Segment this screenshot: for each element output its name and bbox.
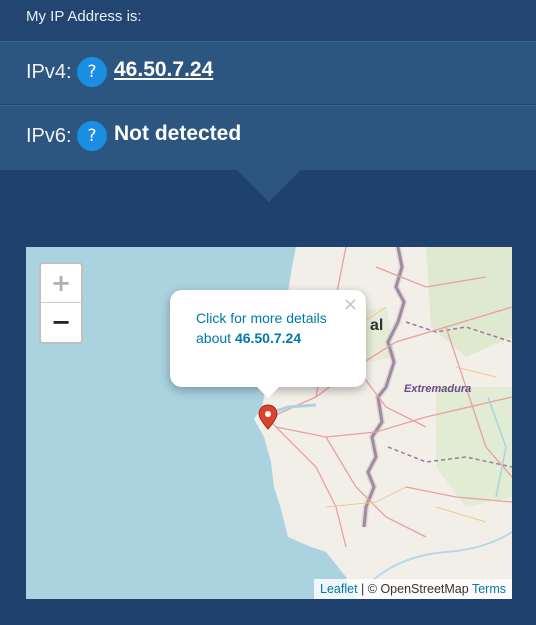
terms-link[interactable]: Terms [472, 582, 506, 596]
panel-pointer [236, 169, 302, 202]
zoom-control: + − [39, 262, 83, 344]
leaflet-link[interactable]: Leaflet [320, 582, 358, 596]
popup-ip: 46.50.7.24 [234, 330, 302, 346]
zoom-out-button[interactable]: − [41, 303, 81, 341]
zoom-in-button[interactable]: + [41, 264, 81, 303]
ipv4-label: IPv4: [26, 61, 72, 83]
location-map[interactable]: al Extremadura + − × Click for more deta… [26, 247, 512, 599]
popup-tip [256, 386, 280, 398]
popup-close-button[interactable]: × [343, 294, 358, 315]
ipv4-row: IPv4: ? 46.50.7.24 [0, 41, 536, 104]
map-popup: × Click for more details about 46.50.7.2… [170, 290, 366, 387]
intro-text: My IP Address is: [26, 8, 142, 25]
ipv6-help-icon[interactable]: ? [77, 121, 107, 151]
map-attribution: Leaflet | © OpenStreetMap Terms [314, 579, 512, 599]
attribution-separator: | [361, 582, 365, 596]
ipv4-help-icon[interactable]: ? [77, 57, 107, 87]
ipv6-label: IPv6: [26, 125, 72, 147]
osm-attribution: © OpenStreetMap [367, 582, 469, 596]
popup-details-link[interactable]: Click for more details about 46.50.7.24 [196, 308, 336, 348]
ipv4-value-link[interactable]: 46.50.7.24 [114, 58, 213, 82]
intro-bar: My IP Address is: [0, 0, 536, 40]
ipv6-value: Not detected [114, 122, 242, 145]
map-place-label: al [370, 317, 384, 334]
ipv6-row: IPv6: ? Not detected [0, 105, 536, 170]
map-region-label: Extremadura [404, 383, 472, 395]
